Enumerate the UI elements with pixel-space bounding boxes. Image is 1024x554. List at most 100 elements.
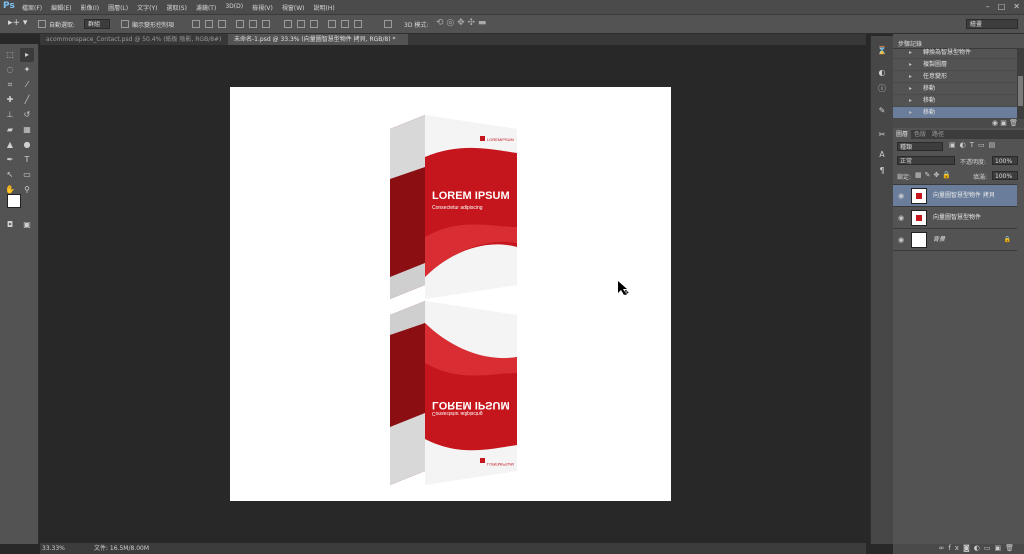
history-item[interactable]: ▸ 任意變形 [893, 71, 1017, 83]
align-right-icon[interactable] [262, 20, 270, 28]
auto-align-icon[interactable] [384, 20, 392, 28]
align-vcenter-icon[interactable] [205, 20, 213, 28]
history-item[interactable]: ▸ 移動 [893, 107, 1017, 119]
layer-filter-dropdown[interactable]: 種類 [897, 142, 943, 151]
mask-icon[interactable]: ◙ [963, 544, 974, 552]
menu-item[interactable]: 圖層(L) [108, 3, 128, 12]
move-tool-icon[interactable]: ▸ [20, 48, 34, 62]
menu-item[interactable]: 檔案(F) [22, 3, 42, 12]
layer-name[interactable]: 背景 [933, 229, 945, 251]
distribute-hcenter-icon[interactable] [341, 20, 349, 28]
distribute-right-icon[interactable] [354, 20, 362, 28]
menu-item[interactable]: 檢視(V) [252, 3, 273, 12]
move-tool-preset-icon[interactable]: ▸+ ▾ [8, 18, 27, 28]
type-tool-icon[interactable]: T [20, 153, 34, 167]
history-item[interactable]: ▸ 移動 [893, 83, 1017, 95]
visibility-eye-icon[interactable]: ◉ [898, 229, 904, 251]
zoom-level[interactable]: 33.33% [42, 543, 65, 554]
auto-select-checkbox[interactable] [38, 20, 46, 28]
delete-layer-icon[interactable]: 🗑 [1005, 544, 1018, 552]
align-bottom-icon[interactable] [218, 20, 226, 28]
menu-item[interactable]: 影像(I) [81, 3, 99, 12]
layer-name[interactable]: 向量圖智慧型物件 [933, 207, 981, 229]
crop-tool-icon[interactable]: ⌗ [3, 78, 17, 92]
visibility-eye-icon[interactable]: ◉ [898, 207, 904, 229]
layer-row[interactable]: ◉ 向量圖智慧型物件 [893, 207, 1017, 229]
pen-tool-icon[interactable]: ✒ [3, 153, 17, 167]
history-item[interactable]: ▸ 移動 [893, 95, 1017, 107]
path-select-icon[interactable]: ↖ [3, 168, 17, 182]
3d-orbit-icons[interactable]: ⟲ ◎ ✥ ✣ ▬ [436, 18, 486, 28]
menu-item[interactable]: 說明(H) [314, 3, 335, 12]
tab-channels[interactable]: 色版 [911, 130, 929, 139]
fill-field[interactable]: 100% [992, 171, 1018, 180]
layer-filter-icons[interactable]: ▣◐T▭▤ [949, 141, 999, 149]
blur-tool-icon[interactable]: ▲ [3, 138, 17, 152]
zoom-tool-icon[interactable]: ⚲ [20, 183, 34, 197]
history-item[interactable]: ▸ 轉換為智慧型物件 [893, 47, 1017, 59]
eraser-tool-icon[interactable]: ▰ [3, 123, 17, 137]
layer-row[interactable]: ◉ 向量圖智慧型物件 拷貝 [893, 185, 1017, 207]
distribute-vcenter-icon[interactable] [297, 20, 305, 28]
minimize-icon[interactable]: – [986, 2, 990, 11]
history-item[interactable]: ▸ 複製圖層 [893, 59, 1017, 71]
info-panel-icon[interactable]: ⓘ [875, 82, 889, 96]
link-layers-icon[interactable]: ∞ [939, 544, 949, 552]
distribute-top-icon[interactable] [284, 20, 292, 28]
snapshot-icon[interactable]: ◉ [992, 119, 998, 127]
new-layer-icon[interactable]: ▣ [994, 544, 1005, 552]
tab-layers[interactable]: 圖層 [893, 130, 912, 139]
foreground-color-swatch[interactable] [7, 194, 21, 208]
tool-presets-icon[interactable]: ✂ [875, 128, 889, 142]
screen-mode-icon[interactable]: ▣ [20, 218, 34, 232]
history-brush-icon[interactable]: ↺ [20, 108, 34, 122]
opacity-field[interactable]: 100% [992, 156, 1018, 165]
menu-item[interactable]: 濾鏡(T) [196, 3, 216, 12]
align-hcenter-icon[interactable] [249, 20, 257, 28]
adjustment-icon[interactable]: ◐ [974, 544, 984, 552]
menu-item[interactable]: 視窗(W) [282, 3, 305, 12]
align-top-icon[interactable] [192, 20, 200, 28]
tab-document-1[interactable]: acommonspace_Contact.psd @ 50.4% (紙板 陰影,… [40, 34, 228, 45]
workspace-dropdown[interactable]: 繪畫 [966, 19, 1018, 29]
layer-row[interactable]: ◉ 背景 🔒 [893, 229, 1017, 251]
document-canvas[interactable]: LOREMIPSUM LOREM IPSUM Consectetur adipi… [230, 87, 671, 501]
distribute-left-icon[interactable] [328, 20, 336, 28]
marquee-tool-icon[interactable]: ⬚ [3, 48, 17, 62]
brush-tool-icon[interactable]: ╱ [20, 93, 34, 107]
menu-item[interactable]: 文字(Y) [137, 3, 157, 12]
brush-panel-icon[interactable]: ✎ [875, 104, 889, 118]
magic-wand-icon[interactable]: ✦ [20, 63, 34, 77]
auto-select-dropdown[interactable]: 群組 [84, 19, 110, 29]
new-snapshot-icon[interactable]: ▣ [1000, 119, 1007, 127]
group-icon[interactable]: ▭ [984, 544, 995, 552]
close-icon[interactable]: ✕ [1013, 2, 1020, 11]
dodge-tool-icon[interactable]: ● [20, 138, 34, 152]
character-panel-icon[interactable]: A [875, 148, 889, 162]
eyedropper-icon[interactable]: ⁄ [20, 78, 34, 92]
menu-item[interactable]: 選取(S) [166, 3, 187, 12]
menu-item[interactable]: 編輯(E) [51, 3, 71, 12]
delete-state-icon[interactable]: 🗑 [1009, 119, 1018, 127]
quick-mask-icon[interactable]: ◘ [3, 218, 17, 232]
visibility-eye-icon[interactable]: ◉ [898, 185, 904, 207]
lock-icons[interactable]: ▦✎✥🔒 [915, 171, 954, 179]
paragraph-panel-icon[interactable]: ¶ [875, 164, 889, 178]
menu-item[interactable]: 3D(D) [225, 3, 243, 12]
tab-paths[interactable]: 路徑 [929, 130, 947, 139]
fx-icon[interactable]: fx [948, 544, 963, 552]
shape-tool-icon[interactable]: ▭ [20, 168, 34, 182]
distribute-bottom-icon[interactable] [310, 20, 318, 28]
maximize-icon[interactable]: □ [998, 2, 1006, 11]
history-panel-icon[interactable]: ⌛ [875, 44, 889, 58]
blend-mode-dropdown[interactable]: 正常 [897, 156, 955, 165]
healing-brush-icon[interactable]: ✚ [3, 93, 17, 107]
show-transform-checkbox[interactable] [121, 20, 129, 28]
tab-document-2[interactable]: 未命名-1.psd @ 33.3% (向量圖智慧型物件 拷貝, RGB/8) * [228, 34, 408, 45]
layer-name[interactable]: 向量圖智慧型物件 拷貝 [933, 185, 995, 207]
stamp-tool-icon[interactable]: ⊥ [3, 108, 17, 122]
gradient-tool-icon[interactable]: ▦ [20, 123, 34, 137]
color-panel-icon[interactable]: ◐ [875, 66, 889, 80]
history-scrollbar[interactable] [1017, 48, 1024, 128]
lasso-tool-icon[interactable]: ◌ [3, 63, 17, 77]
